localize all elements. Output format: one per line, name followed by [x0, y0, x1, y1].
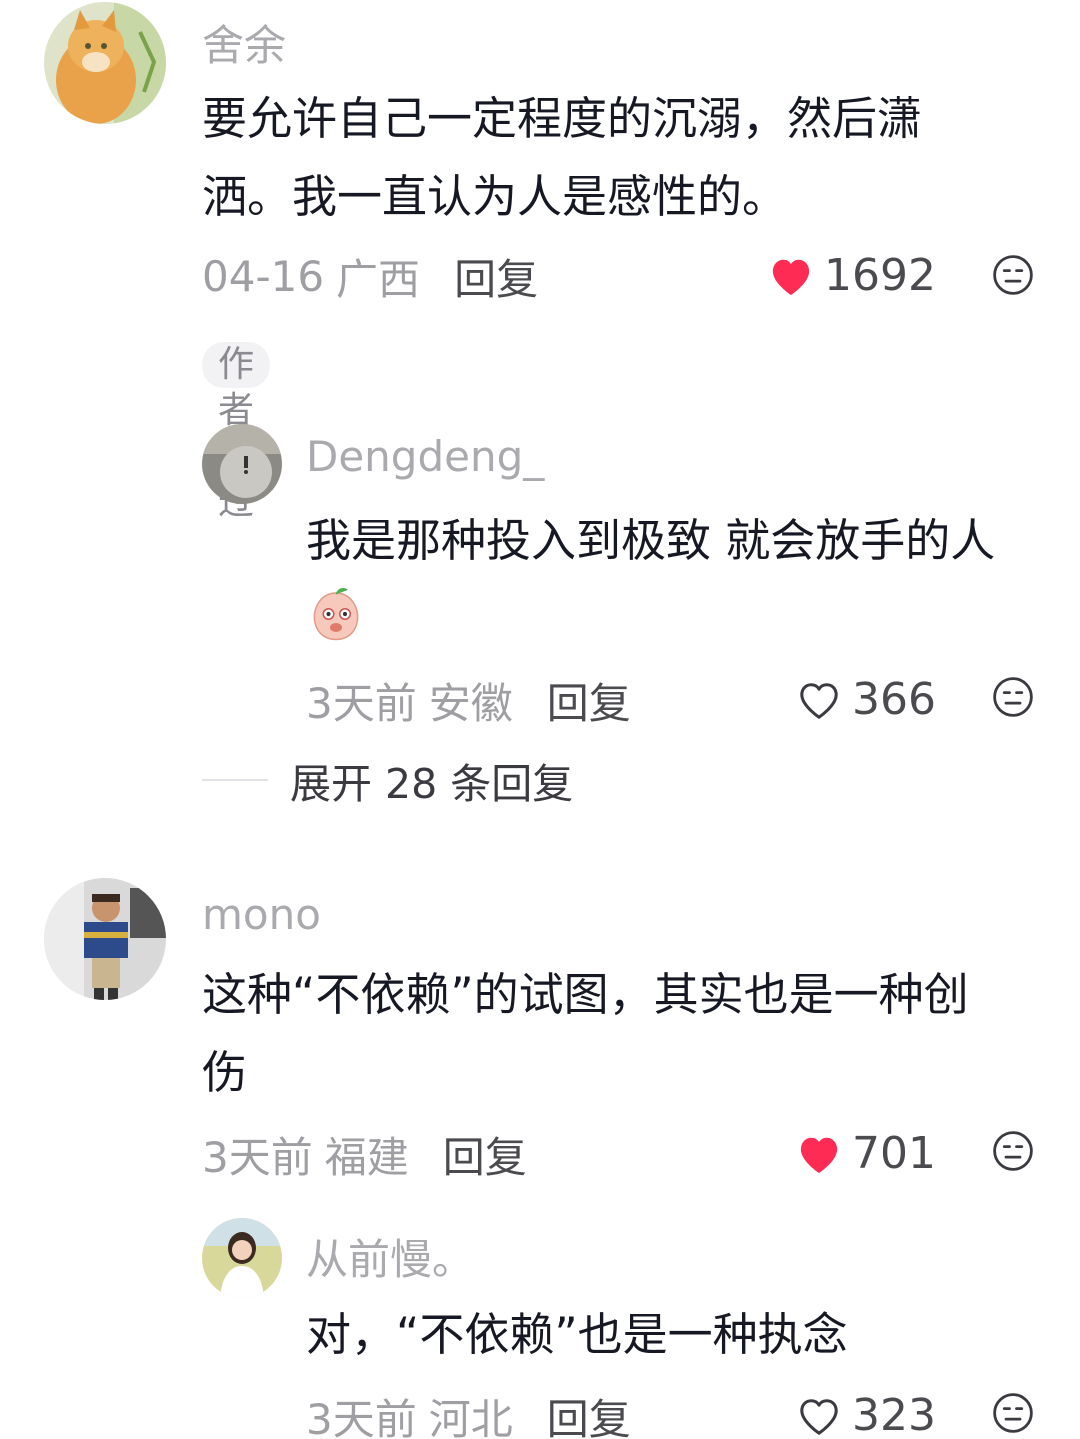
- heart-outline-icon: [800, 682, 838, 719]
- avatar[interactable]: [44, 2, 166, 124]
- comment-text: 这种“不依赖”的试图，其实也是一种创伤: [202, 968, 969, 1099]
- heart-filled-icon: [772, 259, 810, 295]
- meh-face-icon[interactable]: [992, 676, 1034, 718]
- avatar[interactable]: [202, 424, 282, 504]
- comment-location: 安徽: [428, 679, 513, 728]
- comment-date: 3天前: [306, 1395, 417, 1439]
- username[interactable]: mono: [202, 890, 321, 939]
- reply-button[interactable]: 回复: [454, 246, 538, 307]
- like-button[interactable]: 701: [796, 1128, 936, 1179]
- comment-text-body: 我是那种投入到极致 就会放手的人: [306, 514, 996, 567]
- heart-outline-icon: [800, 1398, 838, 1435]
- meh-face-icon[interactable]: [992, 1392, 1034, 1434]
- comment-meta: 3天前 河北 回复: [306, 1386, 631, 1439]
- comment-date: 3天前: [306, 679, 417, 728]
- avatar[interactable]: [202, 1218, 282, 1298]
- comment-meta: 3天前 安徽 回复: [306, 670, 631, 731]
- reply-button[interactable]: 回复: [547, 670, 631, 731]
- like-button[interactable]: 366: [796, 674, 936, 725]
- comment-text: 对，“不依赖”也是一种执念: [306, 1308, 848, 1361]
- reply-button[interactable]: 回复: [443, 1124, 527, 1185]
- heart-filled-icon: [800, 1137, 838, 1173]
- comment-meta: 3天前 福建 回复: [202, 1124, 527, 1185]
- like-button[interactable]: 323: [796, 1390, 936, 1439]
- cat-avatar-icon: [44, 2, 166, 124]
- username[interactable]: 从前慢。: [306, 1226, 474, 1287]
- avatar[interactable]: [44, 878, 166, 1000]
- person-avatar-icon: [44, 878, 166, 1000]
- balloon-avatar-icon: [202, 424, 282, 504]
- expand-replies-button[interactable]: 展开 28 条回复: [202, 750, 573, 810]
- like-count: 701: [852, 1128, 936, 1179]
- peach-emoji-icon: [313, 588, 359, 641]
- like-count: 323: [852, 1390, 936, 1439]
- like-count: 1692: [824, 250, 936, 301]
- comment-text: 我是那种投入到极致 就会放手的人: [306, 502, 1018, 658]
- comment-meta: 04-16 广西 回复: [202, 246, 538, 307]
- expand-replies-label: 展开 28 条回复: [290, 760, 574, 808]
- comment-text: 要允许自己一定程度的沉溺，然后潇洒。我一直认为人是感性的。: [202, 92, 923, 223]
- comment-date: 04-16: [202, 252, 325, 301]
- comment-location: 河北: [428, 1395, 513, 1439]
- comment-location: 广西: [336, 255, 421, 304]
- username[interactable]: 舍余: [202, 12, 286, 73]
- author-liked-badge: 作者赞过: [202, 342, 271, 523]
- reply-button[interactable]: 回复: [547, 1386, 631, 1439]
- comment-location: 福建: [324, 1133, 409, 1182]
- comment-date: 3天前: [202, 1133, 313, 1182]
- girl-avatar-icon: [202, 1218, 282, 1298]
- like-button[interactable]: 1692: [768, 250, 936, 301]
- divider: [202, 779, 268, 781]
- meh-face-icon[interactable]: [992, 1130, 1034, 1172]
- username[interactable]: Dengdeng_: [306, 432, 544, 481]
- like-count: 366: [852, 674, 936, 725]
- meh-face-icon[interactable]: [992, 254, 1034, 296]
